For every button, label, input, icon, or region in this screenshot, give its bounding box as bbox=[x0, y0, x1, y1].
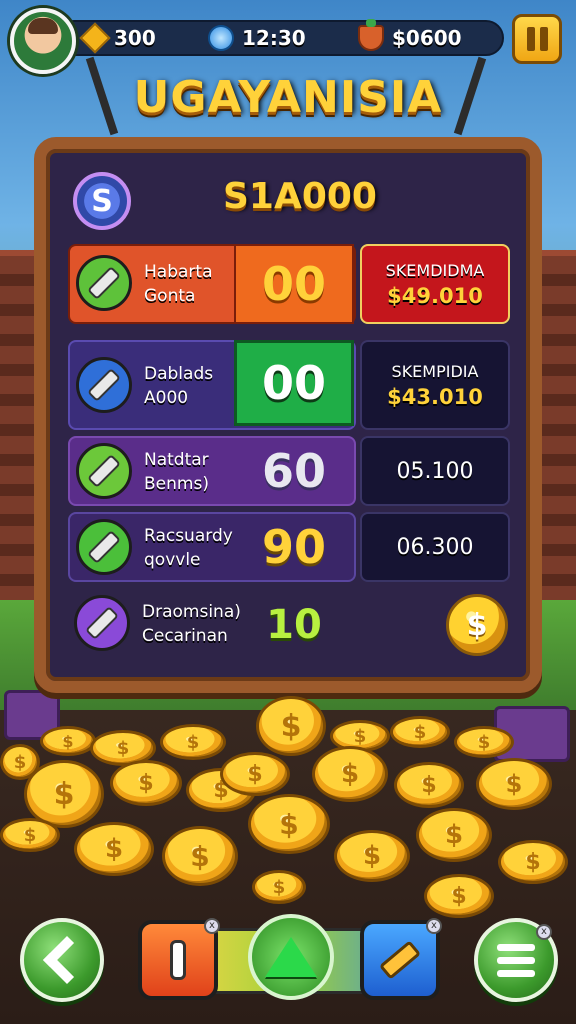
coin: $ bbox=[252, 870, 306, 904]
row-4-tool-icon bbox=[76, 519, 132, 575]
coin: $ bbox=[256, 696, 326, 756]
coin: $ bbox=[248, 794, 330, 854]
blue-gem-icon bbox=[208, 25, 234, 51]
coin: $ bbox=[416, 808, 492, 862]
menu-icon bbox=[497, 943, 535, 977]
row-1-tool-icon bbox=[76, 255, 132, 311]
gold-gem-icon bbox=[79, 22, 111, 54]
key-icon bbox=[170, 940, 186, 980]
coin: $ bbox=[334, 830, 410, 882]
game-title: UGAYANISIA bbox=[133, 72, 443, 123]
cash-value: $0600 bbox=[392, 26, 462, 50]
board-total: S1A000 bbox=[223, 176, 377, 217]
row-5-tool-icon bbox=[74, 595, 130, 651]
row-1-sublabel: Gonta bbox=[144, 286, 196, 306]
time-value: 12:30 bbox=[242, 26, 306, 50]
gold-value: 300 bbox=[114, 26, 156, 50]
currency-badge-icon: S bbox=[73, 172, 131, 230]
row-2-score: 00 bbox=[234, 340, 354, 426]
player-avatar[interactable] bbox=[10, 8, 76, 74]
row-4-label: Racsuardy bbox=[144, 526, 233, 546]
gold-stat: 300 bbox=[79, 22, 156, 54]
row-2-panel-value: $43.010 bbox=[387, 384, 483, 409]
row-5-label: Draomsina) bbox=[142, 602, 241, 622]
collect-coin-button[interactable]: $ bbox=[446, 594, 508, 656]
row-2-label: Dablads bbox=[144, 364, 214, 384]
row-3-tool-icon bbox=[76, 443, 132, 499]
coin: $ bbox=[498, 840, 568, 884]
row-1-score: 00 bbox=[234, 244, 354, 324]
coin: $ bbox=[40, 726, 96, 756]
row-2-sublabel: A000 bbox=[144, 388, 189, 408]
key-tool-button[interactable]: x bbox=[138, 918, 220, 1000]
cash-stat: $0600 bbox=[358, 19, 462, 52]
close-icon: x bbox=[536, 924, 552, 940]
coin: $ bbox=[390, 716, 450, 748]
row-3-panel-value: 05.100 bbox=[396, 458, 474, 484]
row-5-sublabel: Cecarinan bbox=[142, 626, 228, 646]
back-button[interactable] bbox=[20, 918, 104, 1002]
row-1-panel-title: SKEMDIDMA bbox=[385, 260, 485, 280]
row-1-label: Habarta bbox=[144, 262, 213, 282]
menu-button[interactable]: x bbox=[474, 918, 558, 1002]
coin: $ bbox=[476, 758, 552, 810]
coin: $ bbox=[220, 752, 290, 796]
time-stat: 12:30 bbox=[208, 24, 306, 52]
row-4-sublabel: qovvle bbox=[144, 550, 201, 570]
pause-icon bbox=[526, 27, 535, 51]
row-2-panel: SKEMPIDIA $43.010 bbox=[360, 340, 510, 430]
coin: $ bbox=[0, 818, 60, 852]
star-arrow-icon bbox=[265, 937, 317, 977]
row-3-score: 60 bbox=[261, 444, 326, 498]
row-1-panel-value: $49.010 bbox=[387, 283, 483, 308]
coin: $ bbox=[162, 826, 238, 886]
pause-button[interactable] bbox=[512, 14, 562, 64]
row-3-panel: 05.100 bbox=[360, 436, 510, 506]
row-3-sublabel: Benms) bbox=[144, 474, 209, 494]
close-icon: x bbox=[204, 918, 220, 934]
back-icon bbox=[42, 935, 92, 985]
row-4-panel-value: 06.300 bbox=[396, 534, 474, 560]
row-3-label: Natdtar bbox=[144, 450, 209, 470]
coin: $ bbox=[160, 724, 226, 760]
row-5-score: 10 bbox=[266, 602, 322, 648]
carrot-icon bbox=[358, 19, 384, 51]
hammer-tool-button[interactable]: x bbox=[360, 918, 442, 1000]
coin-pile: $ $ $ $ $ $ $ $ $ $ $ $ $ $ $ $ $ $ $ $ … bbox=[0, 690, 576, 920]
coin: $ bbox=[110, 760, 182, 806]
row-1-panel: SKEMDIDMA $49.010 bbox=[360, 244, 510, 324]
hammer-icon bbox=[378, 940, 422, 980]
close-icon: x bbox=[426, 918, 442, 934]
coin: $ bbox=[394, 762, 464, 808]
row-4-panel: 06.300 bbox=[360, 512, 510, 582]
row-2-tool-icon bbox=[76, 357, 132, 413]
coin: $ bbox=[74, 822, 154, 876]
row-4-score: 90 bbox=[261, 520, 326, 574]
row-2-panel-title: SKEMPIDIA bbox=[391, 361, 479, 381]
star-tool-button[interactable] bbox=[248, 914, 334, 1000]
coin: $ bbox=[424, 874, 494, 918]
coin: $ bbox=[454, 726, 514, 758]
coin: $ bbox=[312, 746, 388, 802]
